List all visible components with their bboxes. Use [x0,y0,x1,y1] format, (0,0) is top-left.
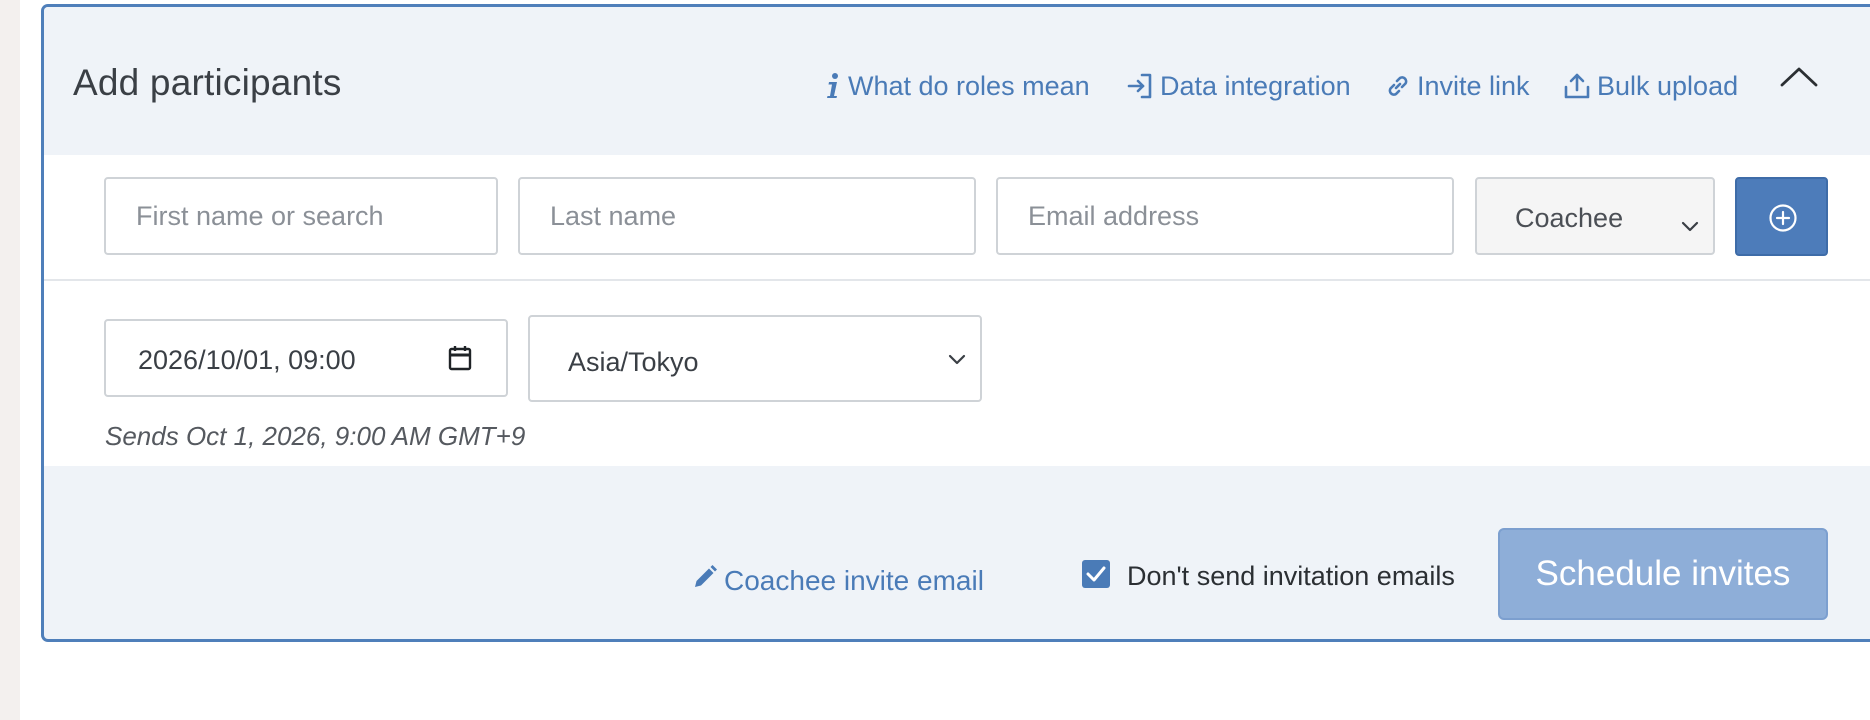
row-divider [44,279,1870,281]
bulk-upload-link[interactable]: Bulk upload [1563,68,1738,104]
sign-in-icon [1126,72,1154,100]
schedule-invites-button[interactable]: Schedule invites [1498,528,1828,620]
data-integration-label: Data integration [1160,70,1351,101]
schedule-datetime-value: 2026/10/01, 09:00 [138,345,356,375]
info-icon [824,72,842,100]
role-select-value: Coachee [1515,203,1624,233]
schedule-datetime-input[interactable]: 2026/10/01, 09:00 [104,319,508,397]
chevron-up-icon [1779,67,1819,93]
roles-info-link[interactable]: What do roles mean [824,68,1090,104]
pencil-icon [692,564,718,597]
last-name-input[interactable] [518,177,976,255]
participant-form: Coachee 2026/10/01, 09:00 Asia/Tokyo Sen… [44,155,1870,466]
bulk-upload-label: Bulk upload [1597,70,1739,101]
chevron-down-icon [1681,209,1699,240]
coachee-invite-email-label: Coachee invite email [724,564,984,596]
link-icon [1385,73,1411,99]
timezone-select[interactable]: Asia/Tokyo [528,315,982,402]
page-left-gutter [0,0,20,720]
chevron-down-icon [948,353,966,371]
upload-icon [1563,72,1591,100]
roles-info-label: What do roles mean [848,70,1090,101]
invite-link-label: Invite link [1417,70,1530,101]
collapse-panel-button[interactable] [1779,65,1829,105]
send-time-note: Sends Oct 1, 2026, 9:00 AM GMT+9 [105,421,526,451]
timezone-value: Asia/Tokyo [568,347,699,377]
data-integration-link[interactable]: Data integration [1126,68,1351,104]
coachee-invite-email-link[interactable]: Coachee invite email [692,564,984,597]
dont-send-emails-checkbox[interactable] [1082,560,1110,588]
email-input[interactable] [996,177,1454,255]
invite-link-link[interactable]: Invite link [1385,68,1530,104]
add-participant-button[interactable] [1735,177,1828,256]
dont-send-emails-label[interactable]: Don't send invitation emails [1127,561,1455,592]
calendar-icon[interactable] [448,345,472,376]
panel-header: Add participants What do roles mean Data… [44,7,1870,155]
role-select[interactable]: Coachee [1475,177,1715,255]
add-participants-panel: Add participants What do roles mean Data… [41,4,1870,642]
first-name-input[interactable] [104,177,498,255]
panel-title: Add participants [73,62,342,103]
